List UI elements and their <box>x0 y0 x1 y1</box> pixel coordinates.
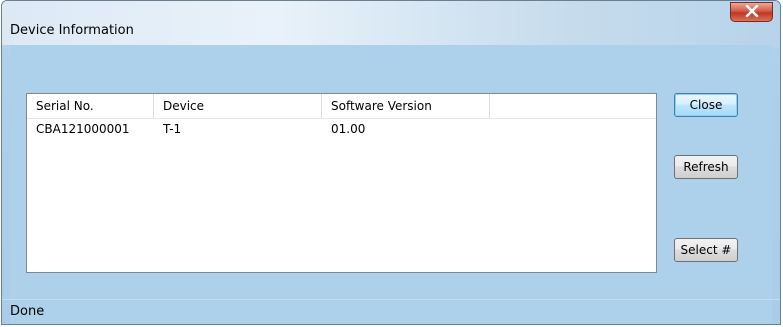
status-bar-divider <box>2 299 780 300</box>
refresh-button[interactable]: Refresh <box>674 155 738 179</box>
status-bar-text: Done <box>10 304 45 319</box>
cell-software-version: 01.00 <box>331 122 366 136</box>
column-header-software-version[interactable]: Software Version <box>322 94 490 118</box>
list-header: Serial No. Device Software Version <box>27 94 656 119</box>
close-icon <box>745 4 759 20</box>
column-header-serial[interactable]: Serial No. <box>27 94 154 118</box>
cell-serial: CBA121000001 <box>36 122 130 136</box>
title-bar[interactable]: Device Information <box>2 1 780 45</box>
cell-device: T-1 <box>163 122 182 136</box>
column-header-empty[interactable] <box>490 94 648 118</box>
select-number-button[interactable]: Select # <box>674 238 738 262</box>
table-row[interactable]: CBA121000001 T-1 01.00 <box>27 119 656 139</box>
window-close-button[interactable] <box>730 2 773 22</box>
device-list[interactable]: Serial No. Device Software Version CBA12… <box>26 93 657 273</box>
column-header-device[interactable]: Device <box>154 94 322 118</box>
window-title: Device Information <box>10 23 134 38</box>
close-button[interactable]: Close <box>674 93 738 117</box>
cell-empty <box>490 119 648 139</box>
